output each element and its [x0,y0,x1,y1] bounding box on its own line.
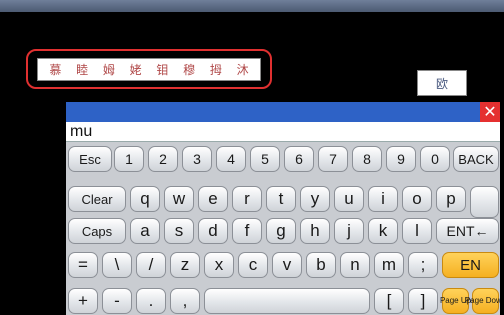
key-b[interactable]: b [306,252,336,278]
key-semicolon[interactable]: ; [408,252,438,278]
key-5[interactable]: 5 [250,146,280,172]
key-enter-upper[interactable] [470,186,499,218]
candidate-6[interactable]: 穆 [183,61,195,78]
key-f[interactable]: f [232,218,262,244]
composition-line: mu [66,122,500,142]
key-8[interactable]: 8 [352,146,382,172]
key-e[interactable]: e [198,186,228,212]
key-minus[interactable]: - [102,288,132,314]
key-backslash[interactable]: \ [102,252,132,278]
key-clear[interactable]: Clear [68,186,126,212]
key-w[interactable]: w [164,186,194,212]
key-plus[interactable]: + [68,288,98,314]
key-g[interactable]: g [266,218,296,244]
key-v[interactable]: v [272,252,302,278]
key-2[interactable]: 2 [148,146,178,172]
key-r[interactable]: r [232,186,262,212]
key-esc[interactable]: Esc [68,146,112,172]
key-y[interactable]: y [300,186,330,212]
key-1[interactable]: 1 [114,146,144,172]
key-q[interactable]: q [130,186,160,212]
key-l[interactable]: l [402,218,432,244]
on-screen-keyboard: ✕ mu Esc 1 2 3 4 5 6 7 8 9 0 BACK Clear … [66,102,500,315]
candidate-8[interactable]: 沐 [237,61,249,78]
key-a[interactable]: a [130,218,160,244]
key-j[interactable]: j [334,218,364,244]
top-bar [0,0,504,12]
composition-text: mu [70,123,93,140]
key-left-bracket[interactable]: [ [374,288,404,314]
candidate-4[interactable]: 姥 [130,61,142,78]
candidate-5[interactable]: 钼 [156,61,168,78]
key-s[interactable]: s [164,218,194,244]
key-z[interactable]: z [170,252,200,278]
candidate-2[interactable]: 睦 [76,61,88,78]
key-7[interactable]: 7 [318,146,348,172]
key-caps[interactable]: Caps [68,218,126,244]
input-mode-indicator[interactable]: 欧 [417,70,467,96]
key-m[interactable]: m [374,252,404,278]
key-0[interactable]: 0 [420,146,450,172]
key-t[interactable]: t [266,186,296,212]
candidate-3[interactable]: 姆 [103,61,115,78]
key-page-down[interactable]: Page Down [465,288,500,314]
key-d[interactable]: d [198,218,228,244]
key-o[interactable]: o [402,186,432,212]
key-c[interactable]: c [238,252,268,278]
key-backspace[interactable]: BACK [453,146,499,172]
key-6[interactable]: 6 [284,146,314,172]
key-equals[interactable]: = [68,252,98,278]
candidate-frame: 慕 睦 姆 姥 钼 穆 拇 沐 [26,49,272,89]
key-enter[interactable]: ENT← [436,218,499,244]
key-period[interactable]: . [136,288,166,314]
key-slash[interactable]: / [136,252,166,278]
candidate-bar: 慕 睦 姆 姥 钼 穆 拇 沐 [37,58,261,81]
key-x[interactable]: x [204,252,234,278]
key-i[interactable]: i [368,186,398,212]
key-h[interactable]: h [300,218,330,244]
key-space[interactable] [204,288,370,314]
key-p[interactable]: p [436,186,466,212]
candidate-7[interactable]: 拇 [210,61,222,78]
candidate-1[interactable]: 慕 [49,61,61,78]
key-right-bracket[interactable]: ] [408,288,438,314]
key-n[interactable]: n [340,252,370,278]
key-3[interactable]: 3 [182,146,212,172]
keyboard-title-bar[interactable] [66,102,500,122]
key-language-en[interactable]: EN [442,252,499,278]
key-u[interactable]: u [334,186,364,212]
key-comma[interactable]: , [170,288,200,314]
key-4[interactable]: 4 [216,146,246,172]
keyboard-close-button[interactable]: ✕ [480,102,500,122]
key-9[interactable]: 9 [386,146,416,172]
key-k[interactable]: k [368,218,398,244]
